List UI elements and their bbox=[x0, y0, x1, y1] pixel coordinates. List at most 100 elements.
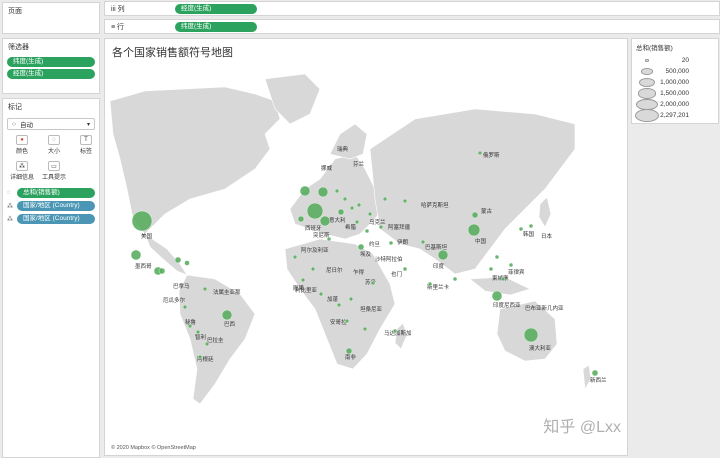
sales-bubble[interactable] bbox=[356, 202, 362, 208]
sales-bubble[interactable] bbox=[187, 323, 193, 329]
sales-bubble[interactable] bbox=[174, 256, 182, 264]
symbol-map[interactable]: 芬兰瑞典挪威俄罗斯哈萨克斯坦蒙古中国韩国 日本美国墨西哥乌克兰意大利西班牙突尼斯希… bbox=[105, 39, 627, 455]
marks-field-detail[interactable]: ⁂ 国家/地区 (Country) bbox=[7, 201, 95, 211]
sales-bubble[interactable] bbox=[221, 309, 233, 321]
color-card-button[interactable]: ● 颜色 bbox=[7, 135, 37, 157]
sales-bubble[interactable] bbox=[518, 226, 524, 232]
sales-bubble[interactable] bbox=[326, 236, 332, 242]
label-card-button[interactable]: T 标签 bbox=[71, 135, 101, 157]
country-label: 乌克兰 bbox=[369, 218, 386, 226]
mark-type-dropdown[interactable]: ○ 自动 ▾ bbox=[7, 118, 95, 130]
sales-bubble[interactable] bbox=[204, 341, 210, 347]
sales-bubble[interactable] bbox=[402, 266, 408, 272]
filter-pill-latitude[interactable]: 纬度(生成) bbox=[7, 57, 95, 67]
sales-bubble[interactable] bbox=[349, 205, 355, 211]
sales-bubble[interactable] bbox=[437, 249, 449, 261]
sales-bubble[interactable] bbox=[336, 302, 342, 308]
size-card-button[interactable]: ◌ 大小 bbox=[39, 135, 69, 157]
sales-bubble[interactable] bbox=[491, 290, 503, 302]
sales-bubble[interactable] bbox=[392, 328, 398, 334]
field-pill-country-detail-2[interactable]: 国家/地区 (Country) bbox=[17, 214, 95, 224]
country-label: 阿尔及利亚 bbox=[301, 246, 329, 254]
sales-bubble[interactable] bbox=[195, 329, 201, 335]
rows-field-pill[interactable]: 纬度(生成) bbox=[175, 21, 257, 32]
sales-bubble[interactable] bbox=[354, 219, 360, 225]
sales-bubble[interactable] bbox=[494, 254, 500, 260]
detail-dots-icon: ⁂ bbox=[7, 203, 13, 210]
sales-bubble[interactable] bbox=[344, 318, 350, 324]
legend-value: 2,000,000 bbox=[660, 101, 689, 108]
sales-bubble[interactable] bbox=[357, 243, 365, 251]
country-label: 菲律宾 bbox=[508, 268, 525, 276]
sales-bubble[interactable] bbox=[402, 198, 408, 204]
country-label: 马达加斯加 bbox=[384, 329, 412, 337]
tooltip-card-button[interactable]: ▭ 工具提示 bbox=[39, 161, 69, 183]
sales-bubble[interactable] bbox=[158, 267, 166, 275]
pages-shelf[interactable]: 页面 bbox=[2, 2, 100, 34]
sales-bubble[interactable] bbox=[367, 211, 373, 217]
country-label: 乍得 bbox=[353, 268, 365, 276]
sales-bubble[interactable] bbox=[197, 354, 203, 360]
legend-value: 1,500,000 bbox=[660, 90, 689, 97]
sales-bubble[interactable] bbox=[364, 228, 370, 234]
sales-bubble[interactable] bbox=[362, 326, 368, 332]
sales-bubble[interactable] bbox=[202, 286, 208, 292]
sales-bubble[interactable] bbox=[292, 254, 298, 260]
sales-bubble[interactable] bbox=[300, 277, 306, 283]
sales-bubble[interactable] bbox=[523, 327, 539, 343]
landmass-japan bbox=[538, 196, 552, 228]
sales-bubble[interactable] bbox=[508, 262, 514, 268]
sales-bubble[interactable] bbox=[591, 369, 599, 377]
sales-bubble[interactable] bbox=[337, 208, 345, 216]
sales-bubble[interactable] bbox=[348, 296, 354, 302]
legend-circle-icon bbox=[635, 109, 659, 122]
detail-dots-icon: ⁂ bbox=[7, 216, 13, 223]
sales-bubble[interactable] bbox=[345, 347, 353, 355]
sales-bubble[interactable] bbox=[528, 223, 534, 229]
field-pill-sum-sales[interactable]: 总和(销售额) bbox=[17, 188, 95, 198]
sales-bubble[interactable] bbox=[388, 240, 394, 246]
sales-bubble[interactable] bbox=[317, 186, 329, 198]
size-circles-icon: ◌ bbox=[48, 135, 60, 145]
columns-shelf[interactable]: iii 列 经度(生成) bbox=[104, 1, 720, 16]
sales-bubble[interactable] bbox=[378, 224, 384, 230]
detail-card-button[interactable]: ⁂ 详细信息 bbox=[7, 161, 37, 183]
country-label: 智利 bbox=[195, 333, 206, 341]
sales-bubble[interactable] bbox=[318, 291, 324, 297]
sales-bubble[interactable] bbox=[488, 266, 494, 272]
sales-bubble[interactable] bbox=[182, 304, 188, 310]
sales-bubble[interactable] bbox=[471, 211, 479, 219]
filters-shelf[interactable]: 筛选器 纬度(生成) 经度(生成) bbox=[2, 38, 100, 94]
sales-bubble[interactable] bbox=[382, 196, 388, 202]
sales-bubble[interactable] bbox=[427, 281, 433, 287]
sales-bubble[interactable] bbox=[131, 210, 153, 232]
rows-shelf[interactable]: ≡ 行 纬度(生成) bbox=[104, 19, 720, 34]
sales-bubble[interactable] bbox=[297, 215, 305, 223]
map-attribution[interactable]: © 2020 Mapbox © OpenStreetMap bbox=[111, 445, 196, 451]
sales-bubble[interactable] bbox=[467, 223, 481, 237]
sales-bubble[interactable] bbox=[299, 185, 311, 197]
sales-bubble[interactable] bbox=[334, 188, 340, 194]
columns-field-pill[interactable]: 经度(生成) bbox=[175, 3, 257, 14]
sales-bubble[interactable] bbox=[306, 202, 324, 220]
sales-bubble[interactable] bbox=[319, 215, 331, 227]
filter-pill-longitude[interactable]: 经度(生成) bbox=[7, 69, 95, 79]
marks-card[interactable]: 标记 ○ 自动 ▾ ● 颜色 ◌ 大小 T 标签 ⁂ 详细信息 ▭ 工具提示 ◌… bbox=[2, 98, 100, 458]
size-legend[interactable]: 总和(销售额) 20 500,000 1,000,000 1,500,000 2,000… bbox=[631, 38, 719, 124]
country-label: 也门 bbox=[391, 270, 402, 278]
sales-bubble[interactable] bbox=[342, 196, 348, 202]
country-label: 巴拉圭 bbox=[207, 336, 224, 344]
field-pill-country-detail[interactable]: 国家/地区 (Country) bbox=[17, 201, 95, 211]
sales-bubble[interactable] bbox=[310, 266, 316, 272]
legend-item: 1,500,000 bbox=[632, 88, 718, 99]
sales-bubble[interactable] bbox=[420, 239, 426, 245]
map-view[interactable]: 芬兰 瑞典 挪威 俄罗斯 哈萨克斯坦 蒙古 中国 韩国 日本 美国 墨西哥 乌克兰 意大利 西班牙 突尼斯希… bbox=[104, 38, 628, 456]
marks-field-detail-2[interactable]: ⁂ 国家/地区 (Country) bbox=[7, 214, 95, 224]
sales-bubble[interactable] bbox=[130, 249, 142, 261]
sales-bubble[interactable] bbox=[184, 260, 190, 266]
sales-bubble[interactable] bbox=[500, 276, 506, 282]
sales-bubble[interactable] bbox=[370, 280, 376, 286]
sales-bubble[interactable] bbox=[452, 276, 458, 282]
sales-bubble[interactable] bbox=[477, 150, 483, 156]
marks-field-size[interactable]: ◌ 总和(销售额) bbox=[7, 188, 95, 198]
